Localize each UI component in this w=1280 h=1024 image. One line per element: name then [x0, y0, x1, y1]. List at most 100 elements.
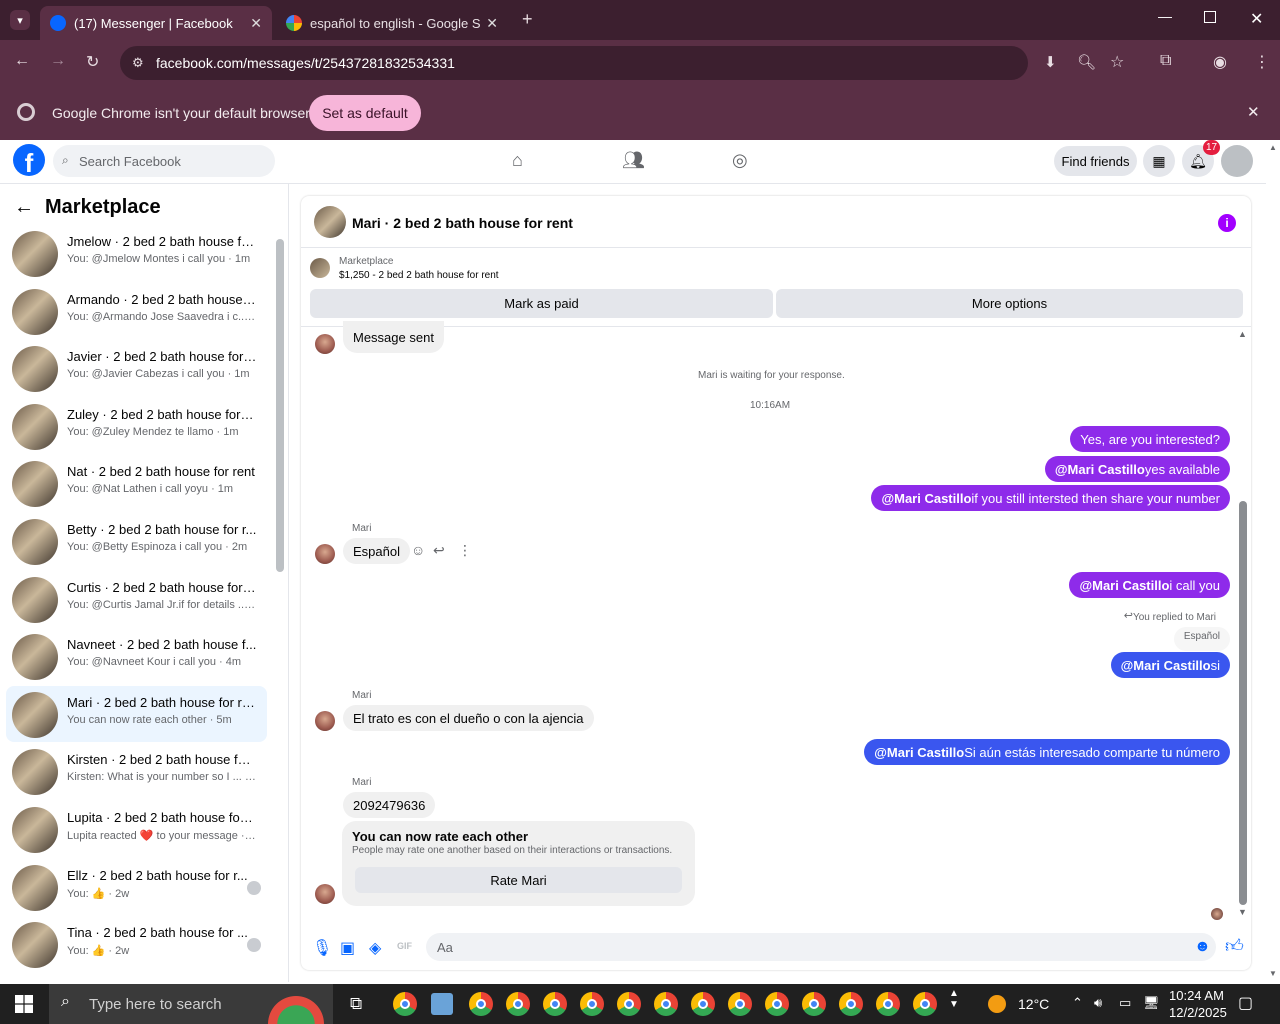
account-avatar[interactable]: [1221, 145, 1253, 177]
temperature[interactable]: 12°C: [1018, 996, 1049, 1012]
conversation-item[interactable]: Kirsten · 2 bed 2 bath house for... Kirst…: [6, 743, 267, 799]
extensions-icon[interactable]: ⧉: [1160, 52, 1171, 70]
chrome-profile-app-icon[interactable]: [728, 992, 752, 1016]
network-icon[interactable]: 🖥︎: [1143, 995, 1160, 1011]
conversation-item[interactable]: Javier · 2 bed 2 bath house for r... You:…: [6, 340, 267, 396]
scroll-down-icon[interactable]: ▼: [1238, 907, 1247, 917]
tab-messenger[interactable]: (17) Messenger | Facebook ✕: [40, 6, 272, 40]
like-thumb-icon[interactable]: 👍︎: [1225, 935, 1244, 957]
app-icon[interactable]: [431, 993, 453, 1015]
set-as-default-button[interactable]: Set as default: [309, 95, 421, 131]
conversation-item[interactable]: Zuley · 2 bed 2 bath house for r... You: …: [6, 398, 267, 454]
install-app-icon[interactable]: ⬇: [1044, 53, 1057, 71]
conversation-item[interactable]: Curtis · 2 bed 2 bath house for r... You:…: [6, 571, 267, 627]
close-infobar-icon[interactable]: ✕: [1247, 103, 1260, 121]
reply-icon[interactable]: ↩: [433, 542, 445, 559]
clock-time[interactable]: 10:24 AM: [1169, 988, 1224, 1003]
conversation-item[interactable]: Jmelow · 2 bed 2 bath house fo... You: @J…: [6, 225, 267, 281]
conversation-item[interactable]: Navneet · 2 bed 2 bath house f... You: @N…: [6, 628, 267, 684]
bookmark-star-icon[interactable]: ☆: [1110, 52, 1124, 72]
facebook-logo-icon[interactable]: f: [13, 144, 45, 176]
notification-center-icon[interactable]: ▢: [1238, 993, 1253, 1013]
conversation-item[interactable]: Ellz · 2 bed 2 bath house for r... You: 👍…: [6, 859, 267, 915]
restore-icon[interactable]: [1204, 11, 1216, 23]
message-input[interactable]: Aa ☻: [426, 933, 1216, 961]
forward-icon[interactable]: →: [50, 52, 66, 70]
taskbar-search-box[interactable]: ⌕ Type here to search: [49, 984, 333, 1024]
tab-google-search[interactable]: español to english - Google Sea ✕: [276, 6, 508, 40]
microphone-icon[interactable]: 🎙︎: [312, 938, 332, 958]
close-tab-icon[interactable]: ✕: [486, 15, 498, 32]
quoted-message[interactable]: Español: [1173, 627, 1230, 651]
more-actions-icon[interactable]: ⋮: [458, 542, 472, 559]
page-scroll-up-icon[interactable]: ▲: [1269, 143, 1277, 152]
chrome-profile-app-icon[interactable]: [506, 992, 530, 1016]
chrome-profile-app-icon[interactable]: [913, 992, 937, 1016]
minimize-icon[interactable]: —: [1158, 8, 1172, 24]
close-window-icon[interactable]: ✕: [1250, 9, 1263, 29]
mention[interactable]: @Mari Castillo: [1079, 578, 1169, 593]
home-icon[interactable]: ⌂: [512, 150, 523, 171]
chrome-profile-app-icon[interactable]: [543, 992, 567, 1016]
menu-kebab-icon[interactable]: ⋮: [1254, 52, 1270, 72]
conversation-item[interactable]: Mari · 2 bed 2 bath house for re... You c…: [6, 685, 267, 742]
tab-search-icon[interactable]: ▾: [10, 10, 30, 30]
close-tab-icon[interactable]: ✕: [250, 15, 262, 32]
chrome-profile-app-icon[interactable]: [580, 992, 604, 1016]
conversation-item[interactable]: Betty · 2 bed 2 bath house for r... You: …: [6, 513, 267, 569]
conversation-item[interactable]: Armando · 2 bed 2 bath house f... You: @A…: [6, 283, 267, 339]
mention[interactable]: @Mari Castillo: [1055, 462, 1145, 477]
chrome-app-icon[interactable]: [393, 992, 417, 1016]
listing-thumbnail[interactable]: [310, 258, 330, 278]
mark-as-paid-button[interactable]: Mark as paid: [310, 289, 773, 318]
page-scroll-down-icon[interactable]: ▼: [1269, 969, 1277, 978]
reload-icon[interactable]: ↻: [86, 52, 99, 72]
facebook-search-input[interactable]: ⌕ Search Facebook: [53, 145, 275, 177]
profile-icon[interactable]: ◉: [1213, 52, 1227, 72]
task-view-icon[interactable]: ⧉: [350, 994, 362, 1014]
menu-grid-icon[interactable]: ▦: [1143, 145, 1175, 177]
tray-overflow-icon[interactable]: ⌃: [1072, 995, 1083, 1011]
conversation-item[interactable]: Lupita · 2 bed 2 bath house for ... Lupit…: [6, 801, 267, 857]
conversation-list-scrollbar[interactable]: [276, 239, 284, 572]
chrome-profile-app-icon[interactable]: [691, 992, 715, 1016]
search-highlight-icon[interactable]: [267, 988, 325, 1024]
rate-mari-button[interactable]: Rate Mari: [355, 867, 682, 893]
new-tab-icon[interactable]: +: [522, 9, 533, 30]
react-icon[interactable]: ☺: [411, 542, 425, 558]
attach-photo-icon[interactable]: ▣: [340, 938, 355, 958]
back-icon[interactable]: ←: [14, 52, 30, 70]
scroll-up-icon[interactable]: ▲: [1238, 329, 1247, 339]
mention[interactable]: @Mari Castillo: [874, 745, 964, 760]
emoji-icon[interactable]: ☻: [1194, 938, 1211, 956]
address-bar[interactable]: ⚙ facebook.com/messages/t/25437281832534…: [120, 46, 1124, 80]
groups-icon[interactable]: ◎: [732, 150, 748, 171]
chat-listing-avatar[interactable]: [314, 206, 346, 238]
volume-icon[interactable]: 🔊︎: [1094, 995, 1102, 1011]
conversation-item[interactable]: Nat · 2 bed 2 bath house for rent You: @N…: [6, 455, 267, 511]
chrome-profile-app-icon[interactable]: [839, 992, 863, 1016]
back-arrow-icon[interactable]: ←: [14, 196, 34, 219]
gif-icon[interactable]: GIF: [397, 941, 412, 951]
chrome-profile-app-icon[interactable]: [617, 992, 641, 1016]
chrome-profile-app-icon[interactable]: [802, 992, 826, 1016]
conversation-item[interactable]: Tina · 2 bed 2 bath house for ... You: 👍 …: [6, 916, 267, 972]
more-options-button[interactable]: More options: [776, 289, 1243, 318]
chrome-profile-app-icon[interactable]: [876, 992, 900, 1016]
friends-icon[interactable]: 👥︎: [622, 150, 645, 171]
conversation-info-icon[interactable]: i: [1218, 214, 1236, 232]
chrome-profile-app-icon[interactable]: [654, 992, 678, 1016]
mention[interactable]: @Mari Castillo: [1121, 658, 1211, 673]
chat-title[interactable]: Mari · 2 bed 2 bath house for rent: [352, 215, 573, 231]
site-info-icon[interactable]: ⚙: [132, 55, 144, 71]
chat-scrollbar[interactable]: [1239, 501, 1247, 905]
chrome-profile-app-icon[interactable]: [765, 992, 789, 1016]
clock-date[interactable]: 12/2/2025: [1169, 1005, 1227, 1020]
mention[interactable]: @Mari Castillo: [881, 491, 971, 506]
taskbar-scroll-icon[interactable]: ▲ ▼: [949, 988, 959, 1010]
sticker-icon[interactable]: ◈: [369, 938, 381, 958]
listing-price[interactable]: $1,250 - 2 bed 2 bath house for rent: [339, 270, 499, 281]
find-friends-button[interactable]: Find friends: [1054, 146, 1137, 176]
chrome-profile-app-icon[interactable]: [469, 992, 493, 1016]
meet-icon[interactable]: ▭: [1119, 995, 1131, 1011]
